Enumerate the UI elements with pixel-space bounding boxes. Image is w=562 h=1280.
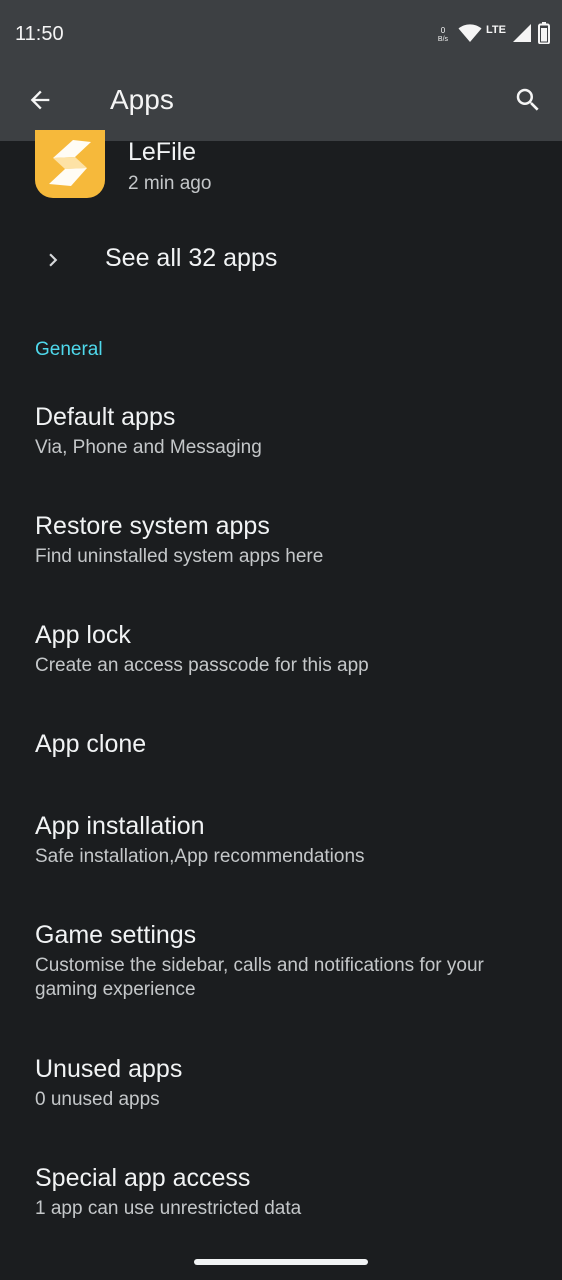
arrow-left-icon <box>30 90 50 110</box>
item-subtitle: Via, Phone and Messaging <box>35 437 262 458</box>
top-app-bar: 11:50 0 B/s LTE Apps <box>0 0 562 141</box>
item-title: Restore system apps <box>35 512 270 540</box>
lefile-app-icon <box>35 130 105 198</box>
status-icons: 0 B/s LTE <box>438 21 550 49</box>
item-title: Default apps <box>35 403 176 431</box>
net-speed-value: 0 <box>440 26 446 35</box>
recent-app-item[interactable]: LeFile 2 min ago <box>35 130 535 210</box>
see-all-apps-button[interactable]: See all 32 apps <box>0 230 562 292</box>
item-subtitle: Create an access passcode for this app <box>35 655 369 676</box>
game-settings-item[interactable]: Game settings Customise the sidebar, cal… <box>0 921 562 1021</box>
item-title: App clone <box>35 730 147 758</box>
item-title: Special app access <box>35 1164 251 1192</box>
cell-signal-icon <box>512 23 532 48</box>
page-title: Apps <box>110 84 174 115</box>
see-all-apps-label: See all 32 apps <box>105 244 278 272</box>
special-app-access-item[interactable]: Special app access 1 app can use unrestr… <box>0 1164 562 1244</box>
chevron-right-icon <box>49 253 58 267</box>
app-clone-item[interactable]: App clone <box>0 730 562 780</box>
item-title: App lock <box>35 621 131 649</box>
item-subtitle: Customise the sidebar, calls and notific… <box>35 955 484 1000</box>
back-button[interactable] <box>22 82 58 118</box>
battery-icon <box>538 21 550 49</box>
app-installation-item[interactable]: App installation Safe installation,App r… <box>0 812 562 892</box>
recent-app-name: LeFile <box>128 138 197 166</box>
recent-app-time: 2 min ago <box>128 173 212 194</box>
restore-system-apps-item[interactable]: Restore system apps Find uninstalled sys… <box>0 512 562 592</box>
wifi-icon <box>458 23 482 48</box>
item-subtitle: Safe installation,App recommendations <box>35 846 365 867</box>
section-header-general: General <box>35 339 103 360</box>
net-speed-indicator: 0 B/s <box>438 26 448 44</box>
item-subtitle: 0 unused apps <box>35 1089 160 1110</box>
net-speed-unit: B/s <box>437 36 449 43</box>
search-icon <box>516 88 539 111</box>
item-title: App installation <box>35 812 205 840</box>
status-time: 11:50 <box>15 23 64 45</box>
unused-apps-item[interactable]: Unused apps 0 unused apps <box>0 1055 562 1135</box>
search-button[interactable] <box>510 82 546 118</box>
network-type: LTE <box>486 24 506 36</box>
item-subtitle: 1 app can use unrestricted data <box>35 1198 302 1219</box>
default-apps-item[interactable]: Default apps Via, Phone and Messaging <box>0 403 562 483</box>
item-title: Unused apps <box>35 1055 183 1083</box>
app-lock-item[interactable]: App lock Create an access passcode for t… <box>0 621 562 701</box>
item-title: Game settings <box>35 921 197 949</box>
item-subtitle: Find uninstalled system apps here <box>35 546 324 567</box>
home-gesture-bar[interactable] <box>194 1259 368 1265</box>
